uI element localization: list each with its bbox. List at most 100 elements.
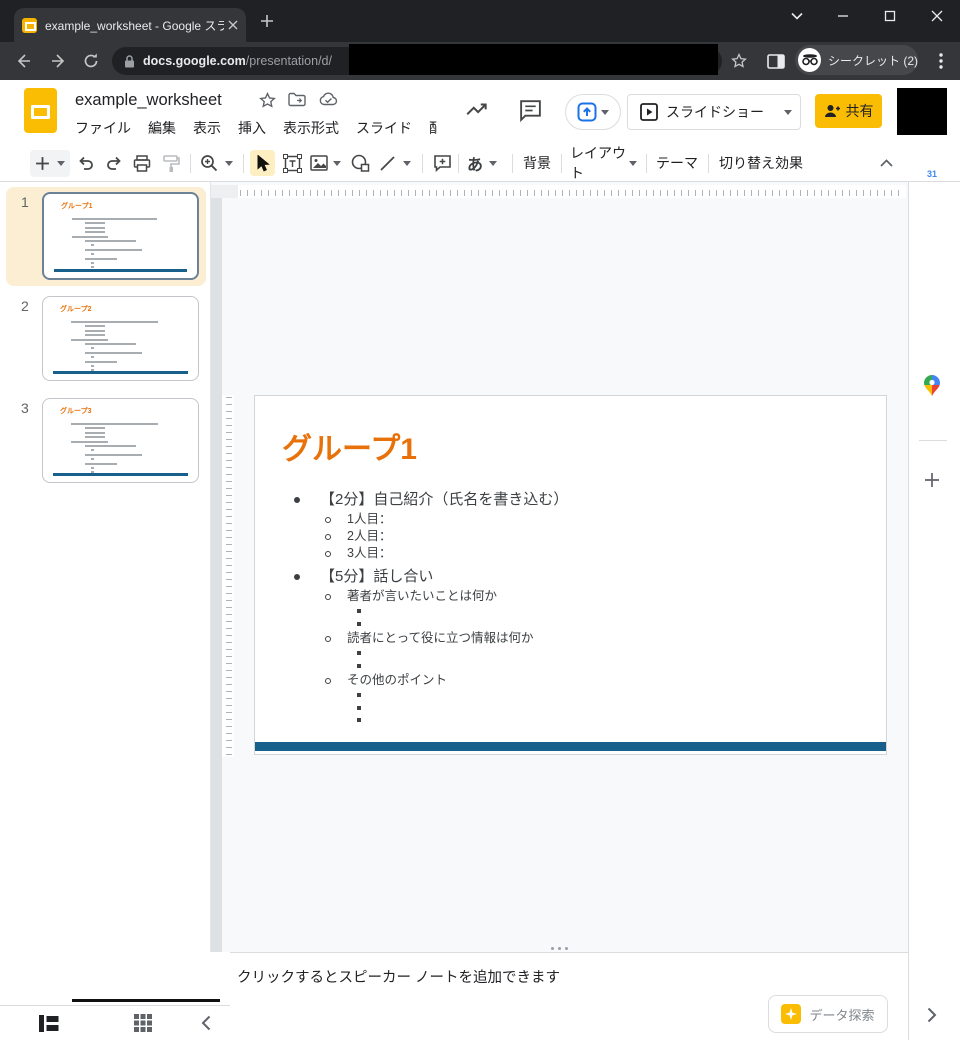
chrome-profile-chevron-icon[interactable] [782, 4, 812, 28]
new-slide-caret-icon[interactable] [54, 145, 68, 181]
minimize-icon[interactable] [828, 4, 858, 28]
select-cursor-icon[interactable] [250, 150, 275, 176]
print-icon[interactable] [131, 145, 153, 181]
transition-button[interactable]: 切り替え効果 [718, 145, 804, 181]
chrome-menu-dots-icon[interactable] [928, 48, 954, 74]
calendar-icon[interactable]: 31 [924, 165, 944, 185]
layout-caret-icon[interactable] [626, 145, 640, 181]
bullet-text: 3人目： [347, 546, 391, 560]
slideshow-options-caret[interactable] [775, 94, 801, 130]
thumbnail-text-line [91, 458, 94, 460]
maximize-icon[interactable] [875, 4, 905, 28]
background-button[interactable]: 背景 [520, 145, 554, 181]
slides-logo-icon[interactable] [24, 88, 57, 133]
slide-title[interactable]: グループ1 [282, 424, 417, 468]
close-window-icon[interactable] [922, 4, 952, 28]
slide-bullet-level-3 [285, 605, 870, 618]
maps-icon[interactable] [924, 375, 944, 395]
forward-icon[interactable] [46, 48, 72, 74]
slide-body-text[interactable]: 【2分】自己紹介（氏名を書き込む）1人目：2人目：3人目：【5分】話し合い著者が… [285, 489, 870, 727]
menu-item[interactable]: 編集 [148, 118, 176, 142]
cloud-status-icon[interactable] [319, 92, 338, 106]
activity-trend-icon[interactable] [464, 98, 490, 124]
slide-bullet-level-2: 3人目： [285, 545, 870, 562]
menu-item[interactable]: 配置 [429, 118, 437, 142]
text-options-caret-icon[interactable] [486, 145, 500, 181]
tab-close-icon[interactable] [228, 20, 238, 30]
contacts-icon[interactable] [924, 324, 944, 344]
bullet-marker [357, 718, 361, 722]
slide-number: 3 [21, 400, 29, 416]
layout-button[interactable]: レイアウト [570, 145, 628, 181]
slideshow-button[interactable]: スライドショー [627, 94, 777, 130]
menu-item[interactable]: スライド [356, 118, 412, 142]
slide-thumbnail[interactable]: グループ3 [42, 398, 199, 483]
image-caret-icon[interactable] [330, 145, 344, 181]
document-title[interactable]: example_worksheet [75, 91, 222, 110]
thumbnail-text-line [85, 325, 105, 327]
zoom-icon[interactable] [198, 145, 220, 181]
bullet-text: 【2分】自己紹介（氏名を書き込む） [320, 491, 568, 508]
filmstrip-panel: 1グループ12グループ23グループ3 [0, 182, 210, 1005]
slide-thumbnail[interactable]: グループ2 [42, 296, 199, 381]
line-caret-icon[interactable] [400, 145, 414, 181]
collapse-menus-icon[interactable] [874, 145, 898, 181]
expand-rail-icon[interactable] [927, 1007, 947, 1027]
side-panel-icon[interactable] [763, 48, 789, 74]
textbox-icon[interactable] [280, 145, 304, 181]
move-folder-icon[interactable] [288, 92, 306, 107]
slide-bullet-level-3 [285, 689, 870, 702]
menu-item[interactable]: 表示 [193, 118, 221, 142]
shape-icon[interactable] [348, 145, 372, 181]
thumbnail-text-line [85, 334, 105, 336]
thumbnail-text-line [85, 258, 117, 260]
bookmark-star-icon[interactable] [726, 48, 752, 74]
present-to-meeting-button[interactable] [565, 94, 621, 130]
thumbnail-text-line [85, 240, 135, 242]
insert-image-icon[interactable] [308, 145, 330, 181]
menu-item[interactable]: 挿入 [238, 118, 266, 142]
redo-icon[interactable] [103, 145, 125, 181]
menu-item[interactable]: 表示形式 [283, 118, 339, 142]
paint-format-icon[interactable] [160, 145, 182, 181]
thumbnail-text-line [85, 427, 105, 429]
speaker-notes-panel[interactable]: クリックするとスピーカー ノートを追加できます データ探索 [230, 952, 908, 1040]
browser-window: example_worksheet - Google スラ [0, 0, 960, 1040]
speaker-notes-placeholder[interactable]: クリックするとスピーカー ノートを追加できます [237, 966, 560, 987]
filmstrip-view-icon[interactable] [36, 1006, 62, 1040]
new-slide-plus-icon[interactable] [32, 145, 52, 181]
tasks-icon[interactable] [924, 270, 944, 290]
slide-editor[interactable]: グループ1 【2分】自己紹介（氏名を書き込む）1人目：2人目：3人目：【5分】話… [254, 395, 887, 755]
back-icon[interactable] [10, 48, 36, 74]
star-document-icon[interactable] [259, 92, 276, 109]
browser-tab[interactable]: example_worksheet - Google スラ [14, 8, 246, 42]
reload-icon[interactable] [78, 48, 104, 74]
ruler-corner [211, 185, 238, 198]
text-options-icon[interactable]: あ [464, 145, 486, 181]
rail-add-icon[interactable] [924, 472, 944, 492]
share-button[interactable]: 共有 [815, 94, 882, 128]
undo-icon[interactable] [75, 145, 97, 181]
comment-history-icon[interactable] [518, 98, 543, 123]
share-person-icon [824, 103, 840, 119]
explore-sparkle-icon [781, 1004, 801, 1024]
thumbnail-accent-bar [54, 269, 187, 272]
thumbnail-text-line [91, 244, 94, 246]
collapse-filmstrip-icon[interactable] [192, 1006, 220, 1040]
bullet-marker [325, 551, 331, 557]
keep-icon[interactable] [924, 219, 944, 239]
menu-item[interactable]: ファイル [75, 118, 131, 142]
theme-button[interactable]: テーマ [654, 145, 700, 181]
slide-thumbnail[interactable]: グループ1 [42, 192, 199, 280]
explore-button[interactable]: データ探索 [768, 995, 888, 1033]
notes-resize-handle[interactable] [551, 947, 568, 950]
thumbnail-text-line [91, 449, 94, 451]
line-tool-icon[interactable] [376, 145, 398, 181]
new-tab-icon[interactable] [260, 14, 274, 28]
grid-view-icon[interactable] [130, 1006, 156, 1040]
incognito-badge[interactable]: シークレット (2) [795, 45, 918, 75]
rail-divider [919, 440, 947, 441]
insert-comment-icon[interactable] [430, 145, 454, 181]
bullet-marker [325, 594, 331, 600]
zoom-caret-icon[interactable] [222, 145, 236, 181]
